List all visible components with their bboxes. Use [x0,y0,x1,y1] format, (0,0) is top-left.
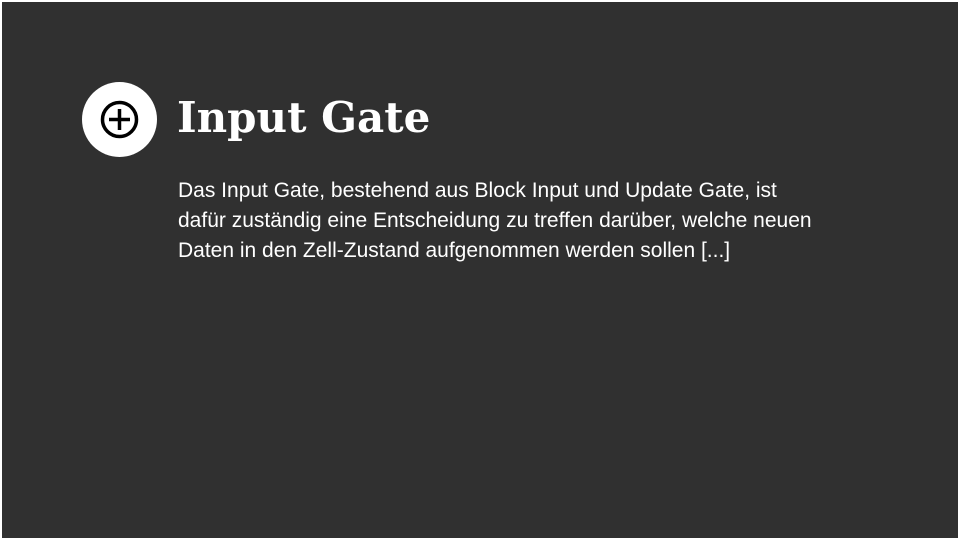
slide-title: Input Gate [177,93,431,142]
body-line-3: Daten in den Zell-Zustand aufgenommen we… [178,239,731,262]
slide: Input Gate Das Input Gate, bestehend aus… [2,2,958,538]
circled-plus-icon [100,100,139,139]
body-line-2: dafür zuständig eine Entscheidung zu tre… [178,209,812,232]
slide-body-text: Das Input Gate, bestehend aus Block Inpu… [178,176,938,266]
icon-badge [82,82,157,157]
body-line-1: Das Input Gate, bestehend aus Block Inpu… [178,179,777,202]
